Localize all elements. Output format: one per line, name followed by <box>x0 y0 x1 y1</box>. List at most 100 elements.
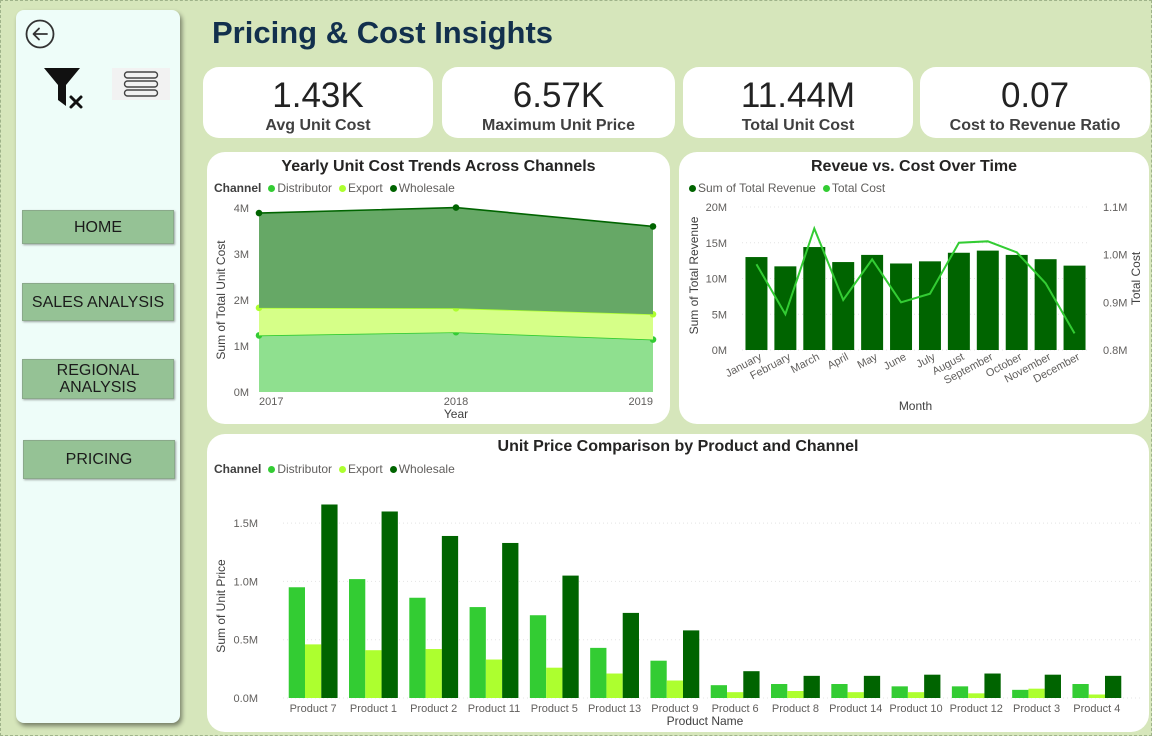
kpi-label: Total Unit Cost <box>741 117 855 134</box>
area-distributor <box>259 332 653 392</box>
bar-wholesale <box>682 630 700 698</box>
bar-export <box>425 649 442 698</box>
bar-export <box>305 644 322 698</box>
data-point-wholesale <box>649 223 657 230</box>
bar-export <box>787 691 804 698</box>
clear-filter-button[interactable] <box>42 66 88 112</box>
kpi-value: 6.57K <box>512 76 605 115</box>
y-tick-label: 1.0M <box>234 576 258 588</box>
x-tick-label: March <box>789 351 822 376</box>
x-tick-label: 2017 <box>259 396 283 408</box>
y-axis-title: Sum of Total Unit Cost <box>214 240 228 360</box>
revenue-bar <box>803 247 826 350</box>
bar-wholesale <box>381 511 398 698</box>
y-tick-label: 20M <box>706 202 727 214</box>
back-button[interactable] <box>21 15 59 53</box>
bar-wholesale <box>863 675 881 698</box>
y2-tick-label: 0.8M <box>1103 345 1127 357</box>
bar-distributor <box>650 660 667 698</box>
kpi-card-cost-revenue-ratio: 0.07 Cost to Revenue Ratio <box>920 67 1150 138</box>
bar-distributor <box>771 684 788 698</box>
bar-distributor <box>349 579 366 698</box>
y-tick-label: 1M <box>234 341 249 353</box>
kpi-label: Avg Unit Cost <box>265 117 371 134</box>
y-axis-title: Sum of Unit Price <box>214 559 228 653</box>
bar-wholesale <box>321 504 338 698</box>
bar-distributor <box>288 587 306 698</box>
kpi-value: 0.07 <box>1000 76 1070 115</box>
y2-axis-title: Total Cost <box>1129 251 1143 305</box>
back-arrow-icon <box>25 19 55 49</box>
bar-wholesale <box>803 675 820 698</box>
y-tick-label: 0M <box>712 345 727 357</box>
bar-distributor <box>1072 684 1089 698</box>
bar-distributor <box>1012 689 1029 698</box>
x-tick-label: Product 8 <box>772 703 819 715</box>
bar-wholesale <box>924 674 941 698</box>
bar-wholesale <box>622 612 639 698</box>
x-tick-label: Product 2 <box>410 703 457 715</box>
yearly-unit-cost-chart-card: Yearly Unit Cost Trends Across Channels … <box>207 152 670 424</box>
revenue-bar <box>890 263 913 350</box>
area-chart: 0M1M2M3M4M2017 2018 2019YearSum of Total U… <box>214 203 657 421</box>
x-tick-label: Product 4 <box>1073 703 1120 715</box>
y2-tick-label: 1.0M <box>1103 250 1127 262</box>
bar-export <box>1088 694 1105 698</box>
y-tick-label: 0M <box>234 387 249 399</box>
y-tick-label: 5M <box>712 309 727 321</box>
bar-export <box>847 692 864 698</box>
revenue-bar <box>774 266 797 350</box>
kpi-card-max-unit-price: 6.57K Maximum Unit Price <box>442 67 675 138</box>
x-tick-label: Product 12 <box>950 703 1003 715</box>
combo-chart: 0M5M10M15M20M0.8M0.9M1.0M1.1MJanuaryFebr… <box>687 202 1143 413</box>
sidebar: HOME SALES ANALYSIS REGIONAL ANALYSIS PR… <box>16 10 180 723</box>
x-tick-label: Product 13 <box>588 703 641 715</box>
revenue-bar <box>947 252 970 350</box>
x-tick-label: Product 11 <box>468 703 520 715</box>
y-tick-label: 4M <box>234 203 249 215</box>
x-tick-label: Product 10 <box>889 703 942 715</box>
x-tick-label: May <box>856 351 880 372</box>
y-tick-label: 10M <box>706 274 727 286</box>
nav-pricing-button[interactable]: PRICING <box>23 440 175 479</box>
revenue-cost-chart-card: Reveue vs. Cost Over Time Sum of Total R… <box>679 152 1149 424</box>
bar-export <box>606 673 623 698</box>
bar-export <box>1028 688 1045 698</box>
y2-tick-label: 0.9M <box>1103 297 1127 309</box>
unit-price-comparison-card: Unit Price Comparison by Product and Cha… <box>207 434 1149 732</box>
x-tick-label: Product 1 <box>350 703 397 715</box>
x-axis-title: Month <box>899 399 932 413</box>
revenue-bar <box>1034 259 1057 350</box>
bar-export <box>485 659 503 698</box>
x-tick-label: Product 5 <box>531 703 578 715</box>
kpi-card-avg-unit-cost: 1.43K Avg Unit Cost <box>203 67 433 138</box>
x-tick-label: June <box>882 351 909 373</box>
bar-wholesale <box>441 535 459 698</box>
bar-distributor <box>409 597 426 698</box>
bar-distributor <box>590 647 607 698</box>
bar-export <box>727 692 744 698</box>
nav-regional-analysis-button[interactable]: REGIONAL ANALYSIS <box>22 359 174 399</box>
clustered-bar-chart: 0.0M 0.5M 1.0M 1.5M Product 7 Product 1 Produc… <box>214 504 1143 728</box>
revenue-bar <box>745 257 768 350</box>
y-tick-label: 3M <box>234 249 249 261</box>
area-wholesale <box>259 207 653 315</box>
nav-home-button[interactable]: HOME <box>22 210 174 244</box>
data-point-wholesale <box>452 204 460 211</box>
menu-button[interactable] <box>112 68 170 100</box>
y-tick-label: 1.5M <box>234 518 258 530</box>
bar-distributor <box>891 686 908 698</box>
bar-wholesale <box>1044 674 1061 698</box>
bar-wholesale <box>1104 675 1122 698</box>
bar-distributor <box>469 607 486 698</box>
bar-export <box>546 667 563 698</box>
revenue-bar <box>918 261 941 350</box>
bar-distributor <box>710 685 728 698</box>
x-axis-title: Product Name <box>667 714 744 728</box>
revenue-bar <box>976 250 999 350</box>
nav-sales-analysis-button[interactable]: SALES ANALYSIS <box>22 283 174 321</box>
kpi-label: Maximum Unit Price <box>482 117 635 134</box>
bar-wholesale <box>743 671 760 698</box>
bar-export <box>907 692 925 698</box>
y-axis-title: Sum of Total Revenue <box>687 216 701 334</box>
